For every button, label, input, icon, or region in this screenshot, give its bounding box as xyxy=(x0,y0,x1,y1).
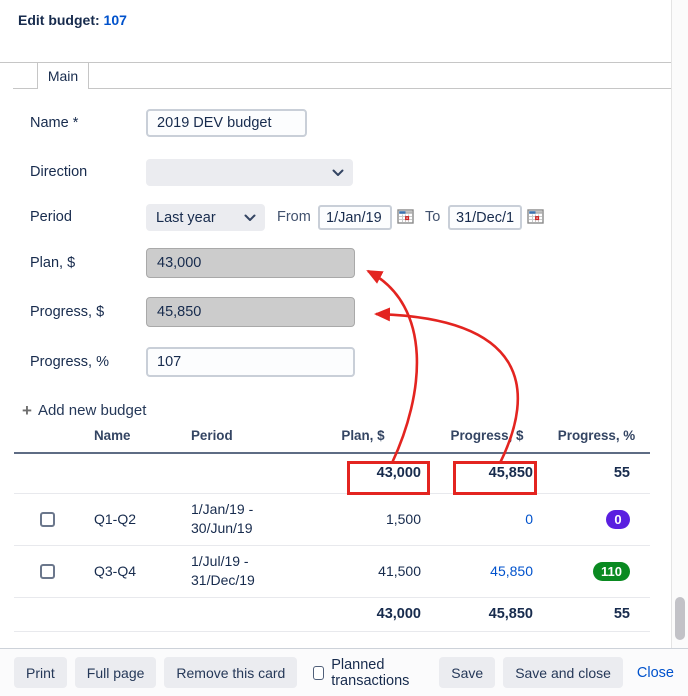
direction-label: Direction xyxy=(30,159,87,186)
col-header-progress-amount: Progress, $ xyxy=(431,428,543,453)
tab-main-label: Main xyxy=(48,68,78,84)
total-progress: 45,850 xyxy=(431,453,543,493)
period-select[interactable]: Last year xyxy=(146,204,265,231)
tab-strip-border-right xyxy=(89,88,688,89)
chevron-down-icon xyxy=(332,169,344,177)
progress-amount-input-disabled: 45,850 xyxy=(146,297,355,327)
row-progress-link[interactable]: 0 xyxy=(525,511,533,527)
plus-icon: + xyxy=(22,402,32,419)
progress-percent-label: Progress, % xyxy=(30,347,109,377)
totals-row-bottom: 43,000 45,850 55 xyxy=(14,597,650,631)
print-button[interactable]: Print xyxy=(14,657,67,688)
date-to-input[interactable] xyxy=(448,205,522,230)
row-name: Q1-Q2 xyxy=(70,493,170,545)
budget-id: 107 xyxy=(104,12,127,28)
progress-badge: 0 xyxy=(606,510,630,529)
date-from-input[interactable] xyxy=(318,205,392,230)
to-label: To xyxy=(425,204,440,231)
progress-percent-input[interactable] xyxy=(146,347,355,377)
col-header-progress-percent: Progress, % xyxy=(543,428,650,453)
row-progress-link[interactable]: 45,850 xyxy=(490,563,533,579)
name-input[interactable] xyxy=(146,109,307,137)
from-label: From xyxy=(277,204,311,231)
row-period: 1/Jan/19 - 30/Jun/19 xyxy=(170,493,295,545)
table-row: Q1-Q2 1/Jan/19 - 30/Jun/19 1,500 0 0 xyxy=(14,493,650,545)
total-plan: 43,000 xyxy=(295,597,431,631)
calendar-icon[interactable] xyxy=(397,208,415,225)
col-header-period: Period xyxy=(170,428,295,453)
tab-strip-border-left xyxy=(13,88,37,89)
progress-badge: 110 xyxy=(593,562,630,581)
page-title: Edit budget: 107 xyxy=(18,12,127,28)
totals-row-top: 43,000 45,850 55 xyxy=(14,453,650,493)
tab-strip-top-border xyxy=(0,62,688,63)
edit-budget-dialog: Edit budget: 107 Main Name * Direction P… xyxy=(0,0,688,696)
row-plan: 1,500 xyxy=(295,493,431,545)
plan-value: 43,000 xyxy=(157,255,201,271)
planned-transactions-checkbox[interactable] xyxy=(313,666,324,680)
scrollbar-track[interactable] xyxy=(671,0,688,648)
save-button[interactable]: Save xyxy=(439,657,495,688)
row-period: 1/Jul/19 - 31/Dec/19 xyxy=(170,545,295,597)
budgets-table: Name Period Plan, $ Progress, $ Progress… xyxy=(14,428,650,632)
table-row: Q3-Q4 1/Jul/19 - 31/Dec/19 41,500 45,850… xyxy=(14,545,650,597)
row-checkbox[interactable] xyxy=(40,564,55,579)
bottom-toolbar: Print Full page Remove this card Planned… xyxy=(0,648,688,696)
name-label: Name * xyxy=(30,109,78,137)
col-header-name: Name xyxy=(70,428,170,453)
scrollbar-thumb[interactable] xyxy=(675,597,685,640)
total-plan: 43,000 xyxy=(295,453,431,493)
table-header-row: Name Period Plan, $ Progress, $ Progress… xyxy=(14,428,650,453)
total-percent: 55 xyxy=(543,453,650,493)
period-label: Period xyxy=(30,204,72,231)
direction-select[interactable] xyxy=(146,159,353,186)
tab-main[interactable]: Main xyxy=(37,63,89,89)
progress-amount-label: Progress, $ xyxy=(30,297,104,327)
full-page-button[interactable]: Full page xyxy=(75,657,157,688)
planned-transactions-label[interactable]: Planned transactions xyxy=(331,657,431,689)
add-new-budget-label: Add new budget xyxy=(38,402,146,419)
row-checkbox[interactable] xyxy=(40,512,55,527)
total-progress: 45,850 xyxy=(431,597,543,631)
plan-input-disabled: 43,000 xyxy=(146,248,355,278)
plan-label: Plan, $ xyxy=(30,248,75,278)
row-name: Q3-Q4 xyxy=(70,545,170,597)
save-and-close-button[interactable]: Save and close xyxy=(503,657,623,688)
add-new-budget-link[interactable]: + Add new budget xyxy=(22,402,146,419)
row-plan: 41,500 xyxy=(295,545,431,597)
progress-amount-value: 45,850 xyxy=(157,304,201,320)
col-header-plan: Plan, $ xyxy=(295,428,431,453)
planned-transactions-option: Planned transactions xyxy=(313,657,431,689)
chevron-down-icon xyxy=(244,214,256,222)
close-link[interactable]: Close xyxy=(637,665,674,681)
period-select-value: Last year xyxy=(156,210,216,226)
total-percent: 55 xyxy=(543,597,650,631)
page-title-label: Edit budget: xyxy=(18,12,100,28)
remove-card-button[interactable]: Remove this card xyxy=(164,657,297,688)
calendar-icon[interactable] xyxy=(527,208,545,225)
